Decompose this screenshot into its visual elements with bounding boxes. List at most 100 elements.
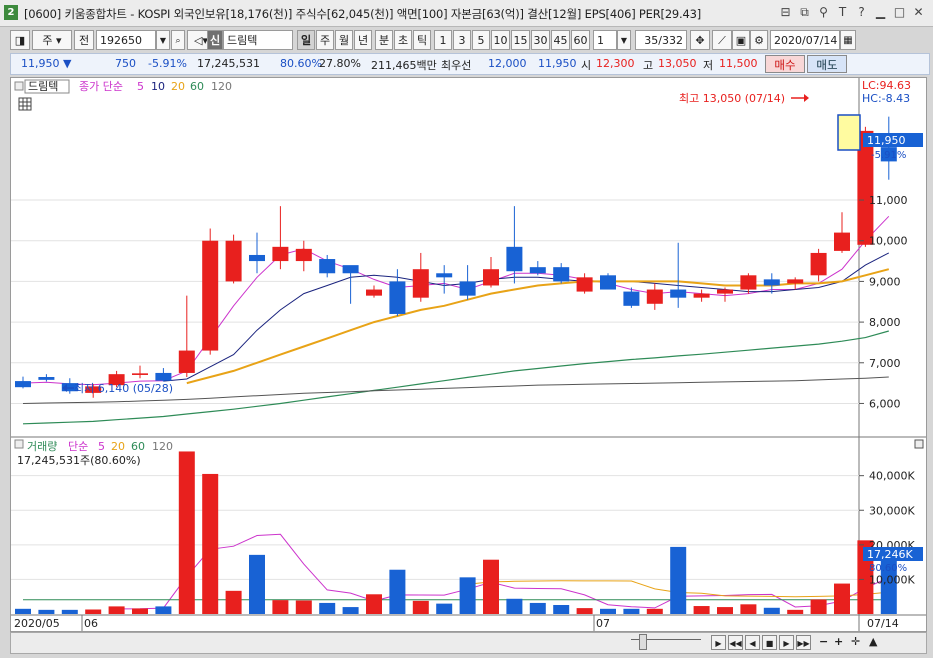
prev-button[interactable]: 전 (74, 30, 94, 50)
interval-60[interactable]: 60 (571, 30, 590, 50)
volume-bar[interactable] (366, 594, 382, 614)
volume-bar[interactable] (225, 590, 242, 614)
minimize-icon[interactable]: ▁ (872, 4, 889, 21)
candle-body[interactable] (178, 350, 195, 373)
candle-body[interactable] (553, 267, 570, 282)
pin-icon[interactable]: ⚲ (815, 4, 832, 21)
volume-bar[interactable] (178, 451, 195, 614)
nav-back-icon[interactable]: ◀ (745, 635, 760, 650)
volume-bar[interactable] (389, 569, 406, 614)
volume-bar[interactable] (15, 608, 31, 614)
zoom-slider-handle[interactable] (639, 634, 647, 650)
candle-body[interactable] (202, 240, 219, 351)
help-icon[interactable]: ? (853, 4, 870, 21)
zoom-out-icon[interactable]: − (819, 635, 828, 648)
save-icon[interactable]: ▣ (732, 30, 750, 50)
stock-code-input[interactable]: 192650 (96, 30, 156, 50)
volume-bar[interactable] (740, 604, 757, 614)
volume-bar[interactable] (272, 600, 289, 614)
candle-body[interactable] (740, 275, 757, 290)
interval-input[interactable]: 1 (593, 30, 617, 50)
code-dropdown-icon[interactable]: ▼ (156, 30, 170, 50)
candle-body[interactable] (272, 246, 289, 262)
move-icon[interactable]: ✥ (690, 30, 710, 50)
nav-last-icon[interactable]: ▶▶ (796, 635, 811, 650)
volume-bar[interactable] (342, 607, 359, 614)
candle-body[interactable] (646, 289, 663, 304)
candle-body[interactable] (717, 289, 733, 294)
volume-bar[interactable] (834, 583, 850, 614)
candle-body[interactable] (600, 275, 616, 290)
tab-daily[interactable]: 일 (297, 30, 315, 50)
volume-bar[interactable] (108, 606, 125, 614)
volume-bar[interactable] (623, 608, 640, 614)
volume-bar[interactable] (483, 559, 499, 614)
search-icon[interactable]: ⌕ (171, 30, 185, 50)
volume-bar[interactable] (600, 608, 616, 614)
volume-bar[interactable] (295, 600, 312, 614)
chart-area[interactable]: 11,000 10,000 9,000 8,000 7,000 6,000 40,000K 3… (10, 77, 927, 632)
tab-yearly[interactable]: 년 (354, 30, 372, 50)
tab-minute[interactable]: 분 (375, 30, 393, 50)
volume-bar[interactable] (763, 607, 780, 614)
volume-bar[interactable] (459, 577, 476, 614)
maximize-icon[interactable]: □ (891, 4, 908, 21)
candle-body[interactable] (506, 246, 523, 272)
volume-bar[interactable] (529, 602, 546, 614)
candle-body[interactable] (366, 289, 382, 296)
candle-body[interactable] (787, 279, 804, 284)
interval-dropdown-icon[interactable]: ▼ (617, 30, 631, 50)
volume-bar[interactable] (38, 609, 55, 614)
tab-monthly[interactable]: 월 (335, 30, 353, 50)
nav-prev-icon[interactable]: ◀◀ (728, 635, 743, 650)
tab-second[interactable]: 초 (394, 30, 412, 50)
crosshair-icon[interactable]: ✛ (851, 635, 860, 648)
interval-5[interactable]: 5 (472, 30, 490, 50)
candle-body[interactable] (436, 273, 453, 278)
tab-tick[interactable]: 틱 (413, 30, 431, 50)
volume-bar[interactable] (717, 607, 733, 614)
volume-bar[interactable] (319, 602, 336, 614)
zoom-in-icon[interactable]: + (834, 635, 843, 648)
candle-body[interactable] (15, 381, 31, 388)
candle-body[interactable] (155, 372, 172, 381)
nav-stop-icon[interactable]: ■ (762, 635, 777, 650)
interval-45[interactable]: 45 (551, 30, 570, 50)
volume-bar[interactable] (506, 598, 523, 614)
candle-body[interactable] (693, 293, 710, 298)
volume-bar[interactable] (202, 473, 219, 614)
candle-body[interactable] (342, 265, 359, 274)
interval-30[interactable]: 30 (531, 30, 550, 50)
interval-1[interactable]: 1 (434, 30, 452, 50)
interval-10[interactable]: 10 (491, 30, 510, 50)
volume-bar[interactable] (436, 603, 453, 614)
calendar-icon[interactable]: ▦ (840, 30, 856, 50)
candle-body[interactable] (38, 377, 55, 380)
date-input[interactable]: 2020/07/14 (770, 30, 840, 50)
volume-bar[interactable] (132, 608, 148, 614)
candle-body[interactable] (389, 281, 406, 314)
buy-button[interactable]: 매수 (765, 55, 805, 73)
candle-body[interactable] (412, 269, 429, 298)
candle-body[interactable] (249, 254, 265, 262)
copy-window-icon[interactable]: ⧉ (796, 4, 813, 21)
volume-bar[interactable] (787, 609, 804, 614)
volume-bar[interactable] (249, 554, 265, 614)
nav-first-icon[interactable]: ▶ (711, 635, 726, 650)
volume-bar[interactable] (693, 606, 710, 614)
menu-toggle-icon[interactable]: ◨ (10, 30, 30, 50)
candle-body[interactable] (459, 281, 476, 296)
volume-panel-close-icon[interactable] (914, 439, 924, 449)
volume-bar[interactable] (155, 606, 172, 614)
stock-name-field[interactable]: 드림텍 (223, 30, 293, 50)
candle-body[interactable] (623, 291, 640, 306)
volume-bar[interactable] (412, 600, 429, 614)
candle-body[interactable] (834, 232, 850, 251)
panel-menu-icon[interactable] (14, 81, 24, 91)
interval-3[interactable]: 3 (453, 30, 471, 50)
candle-body[interactable] (763, 279, 780, 286)
interval-15[interactable]: 15 (511, 30, 530, 50)
triangle-icon[interactable]: ▲ (869, 635, 877, 648)
candlestick-chart[interactable]: 11,000 10,000 9,000 8,000 7,000 6,000 40,000K 3… (11, 78, 926, 631)
nav-forward-icon[interactable]: ▶ (779, 635, 794, 650)
